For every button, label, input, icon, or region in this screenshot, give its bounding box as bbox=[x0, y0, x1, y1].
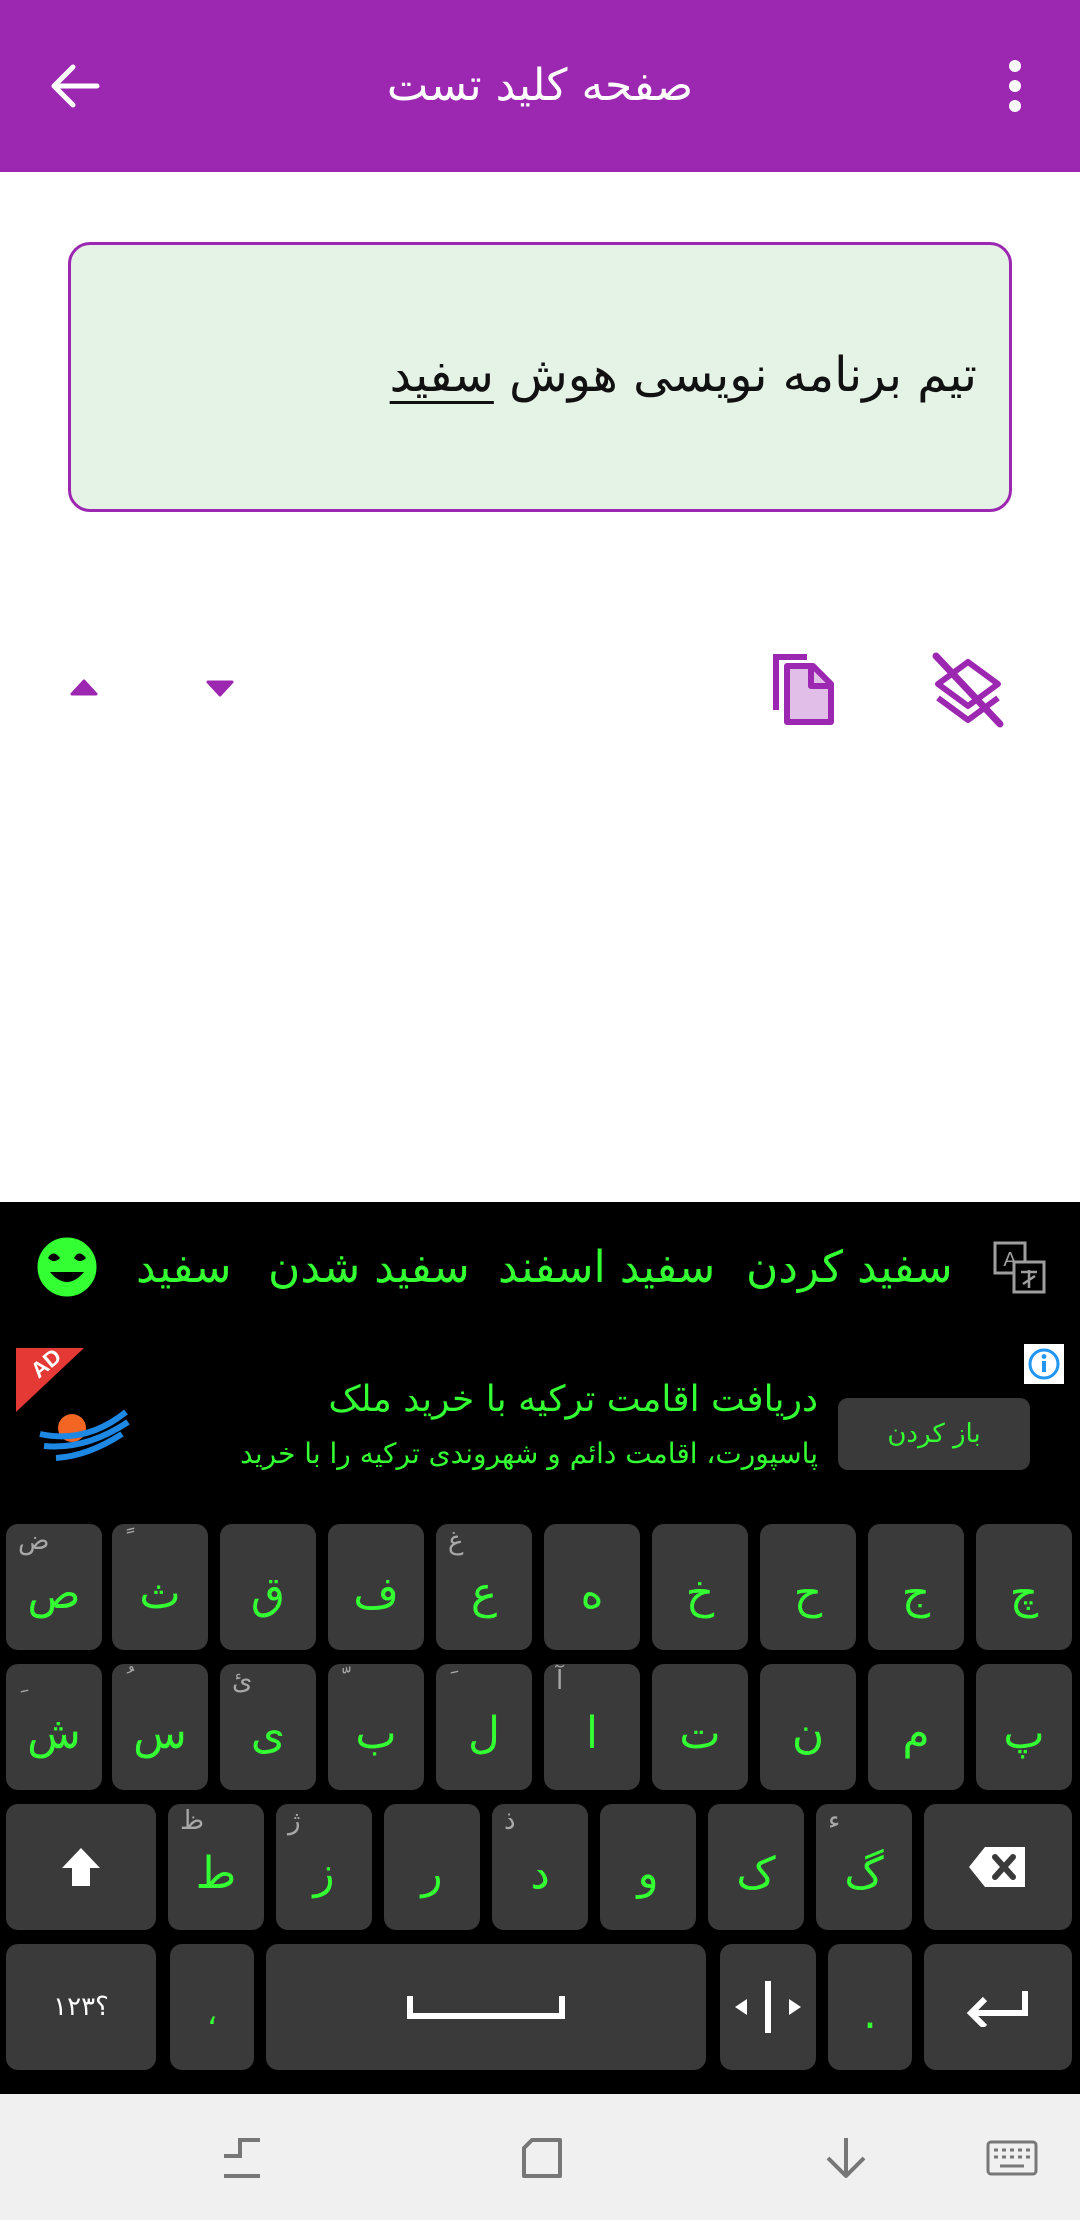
nav-recents-button[interactable] bbox=[212, 2128, 272, 2188]
key[interactable]: ق bbox=[220, 1524, 316, 1650]
key[interactable]: ءگ bbox=[816, 1804, 912, 1930]
nav-keyboard-switch-button[interactable] bbox=[982, 2128, 1042, 2188]
key[interactable]: ه bbox=[544, 1524, 640, 1650]
space-icon bbox=[407, 1996, 565, 2019]
enter-icon bbox=[966, 1991, 1028, 2027]
text-editor[interactable]: تیم برنامه نویسی هوش سفید bbox=[68, 242, 1012, 512]
key[interactable]: ر bbox=[384, 1804, 480, 1930]
soft-keyboard: سفید سفید شدن سفید اسفند سفید کردن A AD … bbox=[0, 1202, 1080, 2094]
symbols-key[interactable]: ؟۱۲۳ bbox=[6, 1944, 156, 2070]
space-key[interactable] bbox=[266, 1944, 706, 2070]
key[interactable]: ظط bbox=[168, 1804, 264, 1930]
editor-text-main: تیم برنامه نویسی هوش bbox=[493, 347, 977, 403]
key[interactable]: ک bbox=[708, 1804, 804, 1930]
arrow-left-icon bbox=[51, 64, 100, 108]
ad-description: پاسپورت، اقامت دائم و شهروندی ترکیه را ب… bbox=[240, 1437, 818, 1470]
ad-headline: دریافت اقامت ترکیه با خرید ملک bbox=[328, 1379, 818, 1420]
cursor-move-icon bbox=[735, 1981, 801, 2033]
key[interactable]: ج bbox=[868, 1524, 964, 1650]
shift-key[interactable] bbox=[6, 1804, 156, 1930]
more-vert-icon bbox=[1009, 60, 1021, 112]
key[interactable]: َل bbox=[436, 1664, 532, 1790]
copy-button[interactable] bbox=[764, 646, 840, 728]
key[interactable]: ُس bbox=[112, 1664, 208, 1790]
composing-word: سفید bbox=[389, 347, 494, 403]
home-square-icon bbox=[522, 2138, 562, 2178]
nav-home-button[interactable] bbox=[512, 2128, 572, 2188]
key[interactable]: ّب bbox=[328, 1664, 424, 1790]
info-icon bbox=[1028, 1348, 1060, 1380]
cursor-up-button[interactable] bbox=[64, 672, 104, 702]
editor-text: تیم برنامه نویسی هوش سفید bbox=[390, 345, 977, 405]
shift-arrow-icon bbox=[62, 1848, 100, 1886]
suggestion-item[interactable]: سفید شدن bbox=[268, 1238, 470, 1298]
key[interactable]: ئی bbox=[220, 1664, 316, 1790]
triangle-down-icon bbox=[206, 680, 234, 697]
arrow-down-icon bbox=[826, 2138, 866, 2178]
overflow-menu-button[interactable] bbox=[990, 48, 1040, 124]
key[interactable]: ژز bbox=[276, 1804, 372, 1930]
suggestion-item[interactable]: سفید کردن bbox=[746, 1238, 953, 1298]
suggestion-bar: سفید سفید شدن سفید اسفند سفید کردن A bbox=[0, 1202, 1080, 1332]
suggestion-item[interactable]: سفید bbox=[136, 1238, 232, 1298]
key[interactable]: پ bbox=[976, 1664, 1072, 1790]
app-bar: صفحه کلید تست bbox=[0, 0, 1080, 172]
key[interactable]: ن bbox=[760, 1664, 856, 1790]
cursor-move-key[interactable] bbox=[720, 1944, 816, 2070]
backspace-key[interactable] bbox=[924, 1804, 1072, 1930]
advertiser-logo bbox=[39, 1409, 130, 1461]
comma-key[interactable]: ، bbox=[170, 1944, 254, 2070]
nav-hide-keyboard-button[interactable] bbox=[816, 2128, 876, 2188]
key[interactable]: غع bbox=[436, 1524, 532, 1650]
key[interactable]: م bbox=[868, 1664, 964, 1790]
triangle-up-icon bbox=[70, 679, 98, 696]
page-title: صفحه کلید تست bbox=[386, 60, 694, 111]
backspace-icon bbox=[969, 1847, 1025, 1887]
enter-key[interactable] bbox=[924, 1944, 1072, 2070]
key[interactable]: ف bbox=[328, 1524, 424, 1650]
key[interactable]: چ bbox=[976, 1524, 1072, 1650]
clear-format-button[interactable] bbox=[932, 652, 1004, 728]
ad-info-button[interactable] bbox=[1024, 1344, 1064, 1384]
ad-open-button[interactable]: باز کردن bbox=[838, 1398, 1030, 1470]
period-key[interactable]: . bbox=[828, 1944, 912, 2070]
translate-icon[interactable]: A bbox=[992, 1240, 1048, 1296]
key[interactable]: ًث bbox=[112, 1524, 208, 1650]
key[interactable]: ح bbox=[760, 1524, 856, 1650]
key[interactable]: خ bbox=[652, 1524, 748, 1650]
key[interactable]: و bbox=[600, 1804, 696, 1930]
cursor-down-button[interactable] bbox=[200, 674, 240, 704]
ad-banner[interactable]: AD دریافت اقامت ترکیه با خرید ملک پاسپور… bbox=[0, 1342, 1080, 1492]
copy-icon bbox=[773, 654, 834, 725]
system-nav-bar bbox=[0, 2094, 1080, 2220]
suggestion-item[interactable]: سفید اسفند bbox=[498, 1238, 715, 1298]
back-button[interactable] bbox=[40, 48, 110, 124]
keyboard-icon bbox=[986, 2140, 1038, 2176]
key[interactable]: ذد bbox=[492, 1804, 588, 1930]
layers-off-icon bbox=[932, 652, 1004, 728]
key[interactable]: ت bbox=[652, 1664, 748, 1790]
key[interactable]: ِش bbox=[6, 1664, 102, 1790]
emoji-icon[interactable] bbox=[34, 1234, 100, 1300]
key[interactable]: ضص bbox=[6, 1524, 102, 1650]
key[interactable]: آا bbox=[544, 1664, 640, 1790]
recents-icon bbox=[224, 2138, 260, 2178]
